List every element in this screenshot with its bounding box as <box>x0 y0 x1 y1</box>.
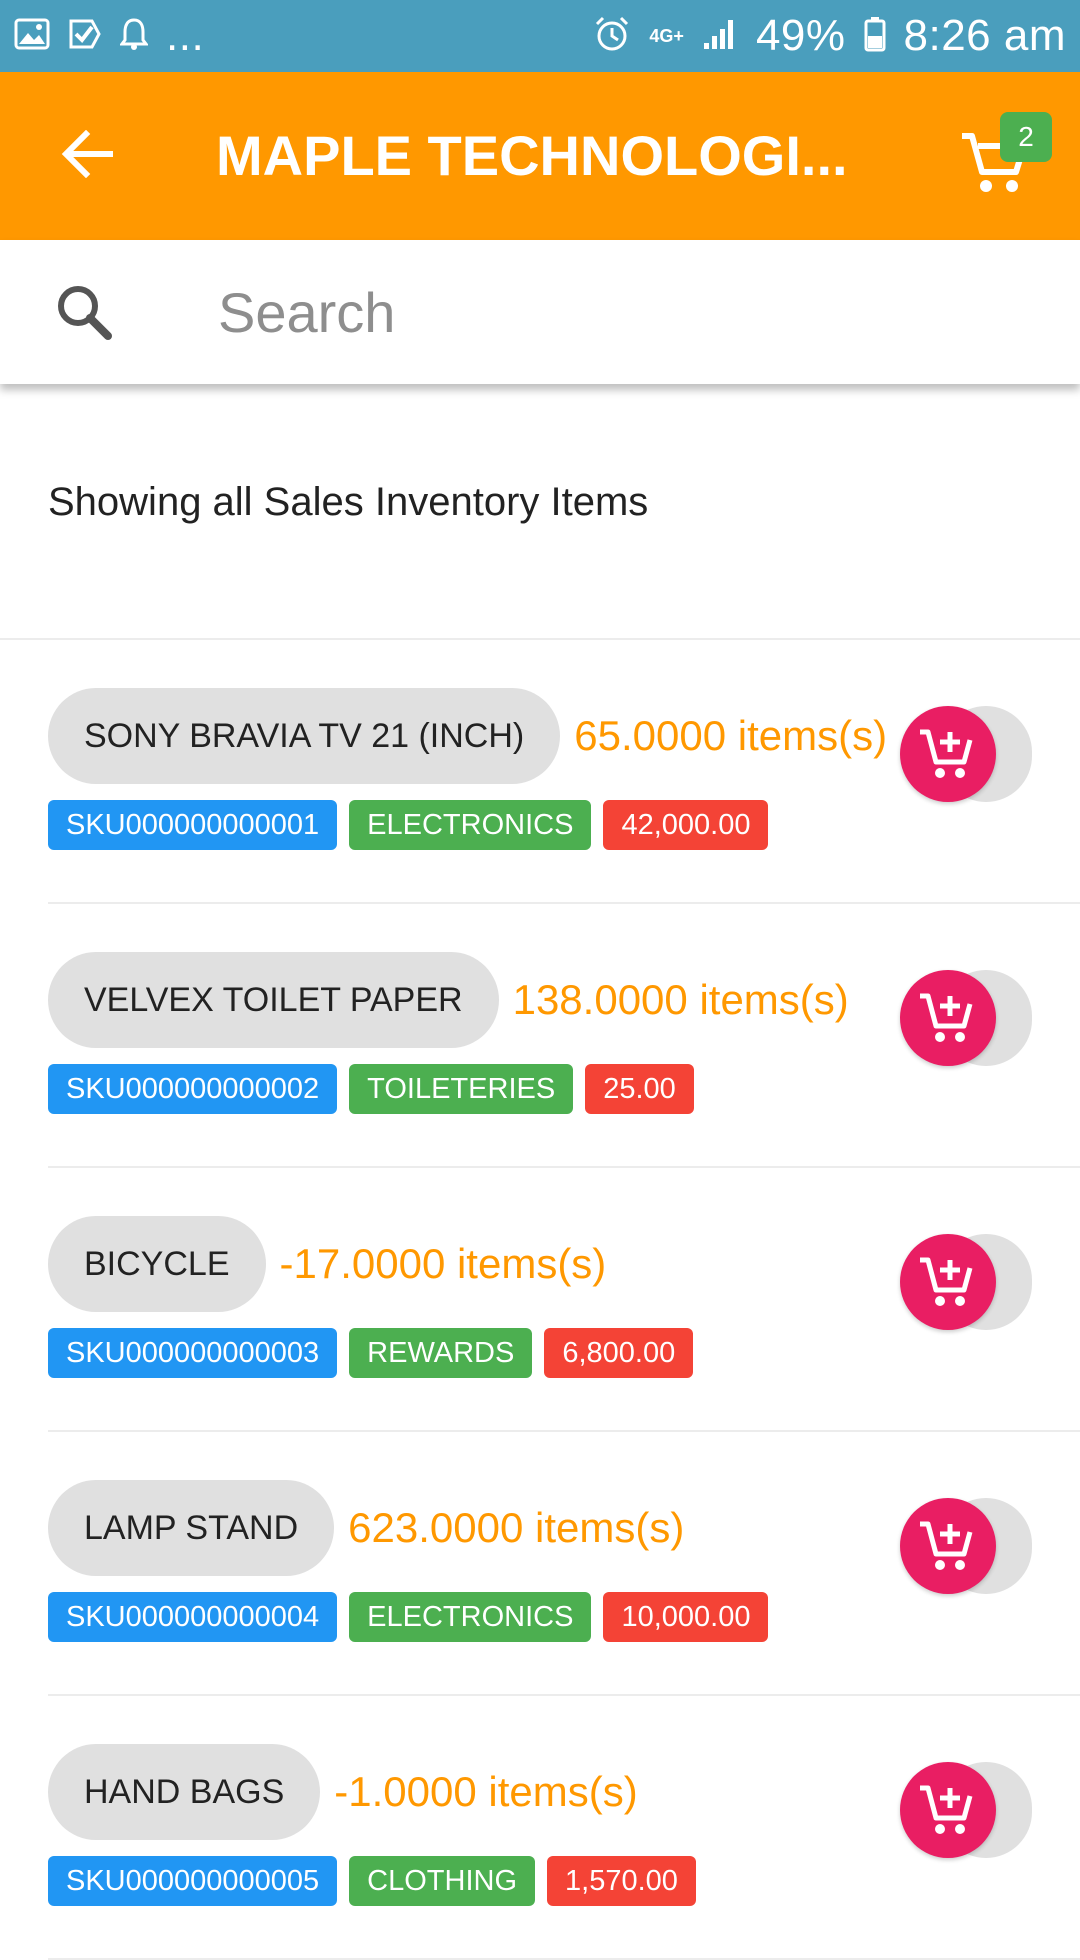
sku-tag: SKU000000000004 <box>48 1592 338 1642</box>
sku-tag: SKU000000000003 <box>48 1328 338 1378</box>
alarm-icon <box>593 15 631 58</box>
price-tag: 25.00 <box>585 1064 694 1114</box>
status-bar: ... 4G+ 49% 8:26 am <box>0 0 1080 72</box>
add-to-cart-toggle[interactable] <box>900 1498 1032 1594</box>
item-name-chip: BICYCLE <box>48 1216 266 1312</box>
add-to-cart-icon <box>900 1234 996 1330</box>
inventory-item[interactable]: LAMP STAND 623.0000 items(s) SKU00000000… <box>48 1432 1080 1696</box>
search-input[interactable] <box>216 270 1016 354</box>
category-tag: TOILETERIES <box>349 1064 574 1114</box>
image-icon <box>14 18 50 55</box>
add-to-cart-icon <box>900 706 996 802</box>
item-quantity: -17.0000 items(s) <box>279 1240 607 1287</box>
sku-tag: SKU000000000005 <box>48 1856 338 1906</box>
price-tag: 1,570.00 <box>547 1856 696 1906</box>
add-to-cart-toggle[interactable] <box>900 1762 1032 1858</box>
status-left: ... <box>14 11 204 61</box>
price-tag: 6,800.00 <box>544 1328 694 1378</box>
app-bar: MAPLE TECHNOLOGI... 2 <box>0 72 1080 240</box>
status-overflow: ... <box>166 11 205 60</box>
item-quantity: 623.0000 items(s) <box>348 1504 685 1551</box>
category-tag: ELECTRONICS <box>349 800 592 850</box>
category-tag: REWARDS <box>349 1328 533 1378</box>
list-subtitle: Showing all Sales Inventory Items <box>48 480 649 524</box>
add-to-cart-toggle[interactable] <box>900 1234 1032 1330</box>
item-name-chip: VELVEX TOILET PAPER <box>48 952 499 1048</box>
status-right: 4G+ 49% 8:26 am <box>593 11 1066 61</box>
sku-tag: SKU000000000001 <box>48 800 338 850</box>
add-to-cart-icon <box>900 970 996 1066</box>
sku-tag: SKU000000000002 <box>48 1064 338 1114</box>
search-icon <box>50 278 120 348</box>
inventory-item[interactable]: VELVEX TOILET PAPER 138.0000 items(s) SK… <box>48 904 1080 1168</box>
arrow-left-icon <box>60 129 116 183</box>
inventory-item[interactable]: SONY BRAVIA TV 21 (INCH) 65.0000 items(s… <box>48 640 1080 904</box>
battery-percent: 49% <box>755 11 846 60</box>
inventory-item[interactable]: BICYCLE -17.0000 items(s) SKU00000000000… <box>48 1168 1080 1432</box>
category-tag: ELECTRONICS <box>349 1592 592 1642</box>
app-title: MAPLE TECHNOLOGI... <box>216 124 848 187</box>
item-name-chip: LAMP STAND <box>48 1480 335 1576</box>
search-bar <box>0 240 1080 384</box>
inventory-item[interactable]: HAND BAGS -1.0000 items(s) SKU0000000000… <box>48 1696 1080 1960</box>
item-quantity: 65.0000 items(s) <box>574 712 888 759</box>
inventory-list: SONY BRAVIA TV 21 (INCH) 65.0000 items(s… <box>0 640 1080 1960</box>
item-name-chip: HAND BAGS <box>48 1744 321 1840</box>
signal-icon <box>702 17 738 56</box>
item-name-chip: SONY BRAVIA TV 21 (INCH) <box>48 688 561 784</box>
item-quantity: 138.0000 items(s) <box>512 976 849 1023</box>
add-to-cart-icon <box>900 1762 996 1858</box>
add-to-cart-toggle[interactable] <box>900 970 1032 1066</box>
price-tag: 42,000.00 <box>603 800 769 850</box>
item-quantity: -1.0000 items(s) <box>334 1768 638 1815</box>
category-tag: CLOTHING <box>349 1856 536 1906</box>
cart-count-badge: 2 <box>1000 112 1052 162</box>
add-to-cart-toggle[interactable] <box>900 706 1032 802</box>
bell-icon <box>119 17 149 56</box>
status-time: 8:26 am <box>903 11 1066 60</box>
add-to-cart-icon <box>900 1498 996 1594</box>
price-tag: 10,000.00 <box>603 1592 769 1642</box>
check-icon <box>68 18 102 55</box>
back-button[interactable] <box>48 116 128 196</box>
battery-icon <box>864 16 886 57</box>
network-type: 4G+ <box>649 26 684 46</box>
